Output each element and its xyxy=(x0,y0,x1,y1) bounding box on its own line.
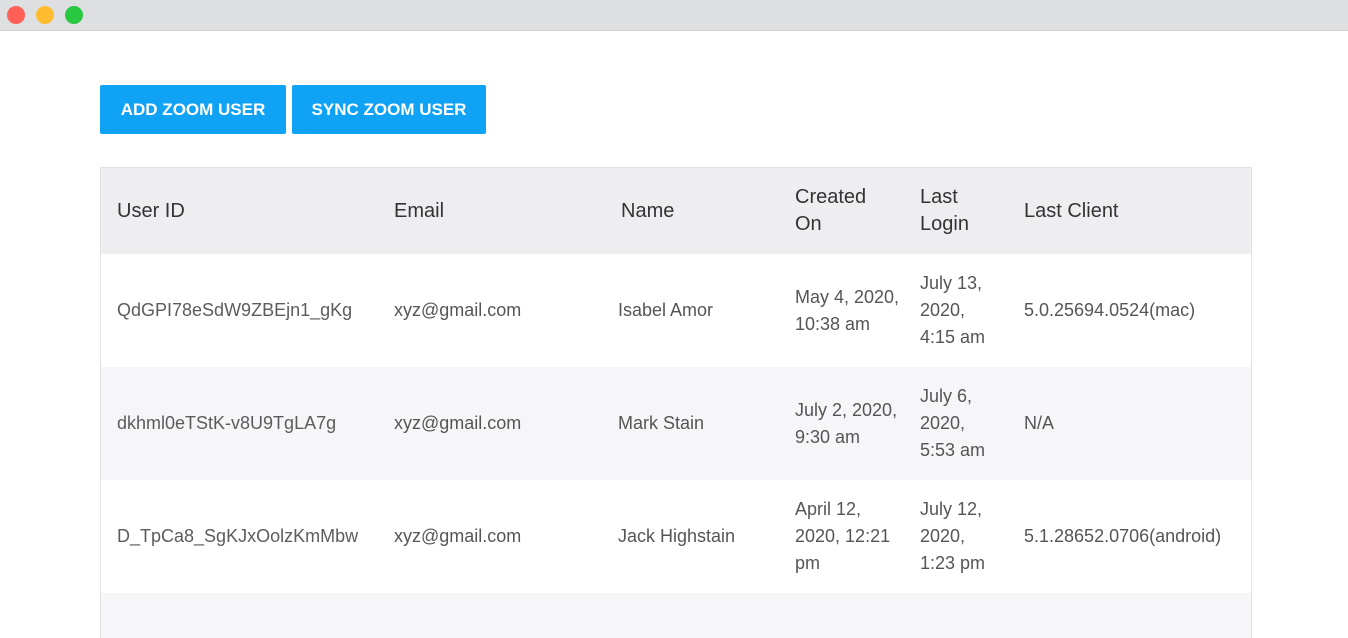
table-row: QdGPI78eSdW9ZBEjn1_gKg xyz@gmail.com Isa… xyxy=(101,254,1251,367)
maximize-window-button[interactable] xyxy=(65,6,83,24)
cell-last-login: July 13, 2020, 4:15 am xyxy=(920,273,986,347)
window-titlebar xyxy=(0,0,1348,31)
minimize-window-button[interactable] xyxy=(36,6,54,24)
cell-created-on: July 2, 2020, 9:30 am xyxy=(795,399,898,447)
sync-zoom-user-button[interactable]: SYNC ZOOM USER xyxy=(292,85,486,134)
table-row: D_TpCa8_SgKJxOolzKmMbw xyz@gmail.com Jac… xyxy=(101,480,1251,593)
column-header-user-id[interactable]: User ID xyxy=(117,168,387,254)
cell-last-login: July 12, 2020, 1:23 pm xyxy=(920,499,986,573)
cell-email: xyz@gmail.com xyxy=(394,300,522,320)
users-table: User ID Email Name Created On Last Login… xyxy=(100,167,1252,638)
cell-name: Isabel Amor xyxy=(618,300,714,320)
add-zoom-user-button[interactable]: ADD ZOOM USER xyxy=(100,85,286,134)
close-window-button[interactable] xyxy=(7,6,25,24)
column-header-last-client[interactable]: Last Client xyxy=(1024,168,1249,254)
column-header-created-on[interactable]: Created On xyxy=(795,168,895,254)
cell-user-id: dkhml0eTStK-v8U9TgLA7g xyxy=(117,413,337,433)
cell-created-on: May 4, 2020, 10:38 am xyxy=(795,286,900,334)
cell-user-id: D_TpCa8_SgKJxOolzKmMbw xyxy=(117,526,359,546)
table-row-empty xyxy=(101,593,1251,638)
table-row: dkhml0eTStK-v8U9TgLA7g xyz@gmail.com Mar… xyxy=(101,367,1251,480)
cell-created-on: April 12, 2020, 12:21 pm xyxy=(795,499,891,573)
cell-user-id: QdGPI78eSdW9ZBEjn1_gKg xyxy=(117,300,353,320)
cell-email: xyz@gmail.com xyxy=(394,526,522,546)
cell-last-client: 5.1.28652.0706(android) xyxy=(1024,526,1222,546)
cell-name: Mark Stain xyxy=(618,413,705,433)
column-header-last-login[interactable]: Last Login xyxy=(920,168,990,254)
column-header-name[interactable]: Name xyxy=(621,168,791,254)
table-header: User ID Email Name Created On Last Login… xyxy=(101,168,1251,254)
cell-email: xyz@gmail.com xyxy=(394,413,522,433)
cell-last-login: July 6, 2020, 5:53 am xyxy=(920,386,986,460)
cell-last-client: N/A xyxy=(1024,413,1055,433)
cell-last-client: 5.0.25694.0524(mac) xyxy=(1024,300,1196,320)
cell-name: Jack Highstain xyxy=(618,526,736,546)
column-header-email[interactable]: Email xyxy=(394,168,614,254)
